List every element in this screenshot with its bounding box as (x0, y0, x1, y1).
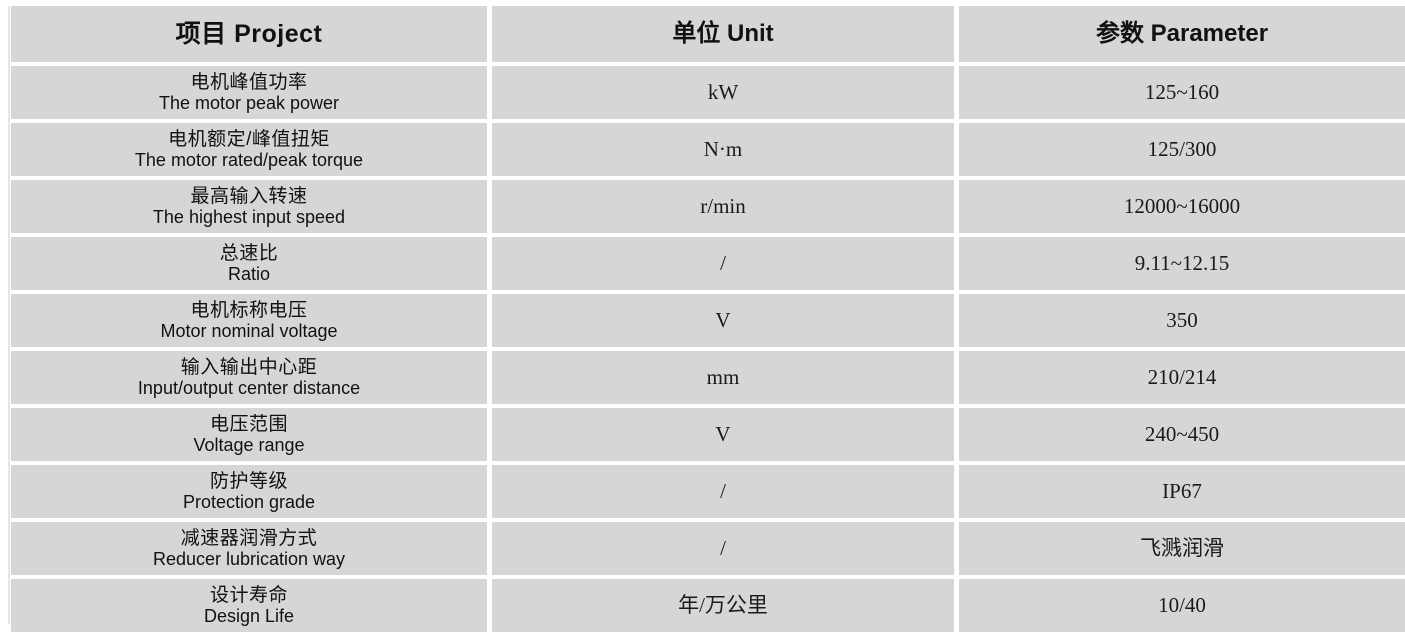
row-cell-project: 总速比 Ratio (11, 237, 487, 290)
row-cell-unit: V (492, 294, 954, 347)
parameter-value: IP67 (1162, 478, 1202, 503)
table-row: 总速比 Ratio / 9.11~12.15 (0, 237, 1405, 290)
project-label-en: The motor peak power (158, 93, 340, 114)
row-cell-project: 电机额定/峰值扭矩 The motor rated/peak torque (11, 123, 487, 176)
header-cell-parameter: 参数 Parameter (959, 6, 1405, 62)
project-label-en: Protection grade (182, 492, 316, 513)
project-label-cn: 总速比 (219, 242, 279, 264)
parameter-value: 12000~16000 (1123, 193, 1241, 218)
row-cell-project: 电压范围 Voltage range (11, 408, 487, 461)
row-cell-parameter: 240~450 (959, 408, 1405, 461)
header-cell-unit: 单位 Unit (492, 6, 954, 62)
project-label-en: Ratio (227, 264, 271, 285)
table-left-rule (8, 6, 10, 624)
header-cell-project: 项目 Project (11, 6, 487, 62)
unit-value: V (715, 421, 731, 446)
table-row: 防护等级 Protection grade / IP67 (0, 465, 1405, 518)
project-label-cn: 输入输出中心距 (180, 356, 318, 378)
project-label-en: Input/output center distance (137, 378, 361, 399)
table-row: 电机额定/峰值扭矩 The motor rated/peak torque N·… (0, 123, 1405, 176)
unit-value: V (715, 307, 731, 332)
project-label-cn: 电机额定/峰值扭矩 (168, 128, 330, 150)
table-header-row: 项目 Project 单位 Unit 参数 Parameter (0, 6, 1405, 62)
row-cell-unit: / (492, 522, 954, 575)
row-cell-unit: kW (492, 66, 954, 119)
parameter-value: 10/40 (1158, 592, 1206, 617)
unit-value: / (720, 535, 726, 560)
table-row: 电压范围 Voltage range V 240~450 (0, 408, 1405, 461)
table-row: 减速器润滑方式 Reducer lubrication way / 飞溅润滑 (0, 522, 1405, 575)
project-label-en: Reducer lubrication way (152, 549, 346, 570)
row-cell-project: 最高输入转速 The highest input speed (11, 180, 487, 233)
header-label-parameter: 参数 Parameter (1095, 19, 1269, 47)
row-cell-project: 设计寿命 Design Life (11, 579, 487, 632)
row-cell-project: 输入输出中心距 Input/output center distance (11, 351, 487, 404)
row-cell-project: 电机峰值功率 The motor peak power (11, 66, 487, 119)
unit-value: mm (706, 364, 740, 389)
project-label-en: Design Life (203, 606, 295, 627)
row-cell-parameter: 12000~16000 (959, 180, 1405, 233)
row-cell-unit: / (492, 465, 954, 518)
row-cell-parameter: 125/300 (959, 123, 1405, 176)
row-cell-project: 电机标称电压 Motor nominal voltage (11, 294, 487, 347)
header-label-unit: 单位 Unit (672, 19, 774, 47)
unit-value: / (720, 250, 726, 275)
table-row: 最高输入转速 The highest input speed r/min 120… (0, 180, 1405, 233)
parameter-value: 9.11~12.15 (1134, 250, 1230, 275)
parameter-value: 飞溅润滑 (1140, 535, 1224, 560)
row-cell-parameter: 210/214 (959, 351, 1405, 404)
row-cell-parameter: 10/40 (959, 579, 1405, 632)
row-cell-parameter: 350 (959, 294, 1405, 347)
project-label-cn: 防护等级 (209, 470, 288, 492)
unit-value: r/min (700, 193, 746, 218)
row-cell-parameter: IP67 (959, 465, 1405, 518)
project-label-en: Voltage range (193, 435, 305, 456)
table-row: 电机标称电压 Motor nominal voltage V 350 (0, 294, 1405, 347)
table-row: 电机峰值功率 The motor peak power kW 125~160 (0, 66, 1405, 119)
parameter-value: 210/214 (1147, 364, 1217, 389)
specification-table: 项目 Project 单位 Unit 参数 Parameter 电机峰值功率 T… (0, 0, 1405, 632)
unit-value: / (720, 478, 726, 503)
table-row: 设计寿命 Design Life 年/万公里 10/40 (0, 579, 1405, 632)
unit-value: N·m (703, 136, 743, 161)
row-cell-parameter: 9.11~12.15 (959, 237, 1405, 290)
table-row: 输入输出中心距 Input/output center distance mm … (0, 351, 1405, 404)
row-cell-project: 减速器润滑方式 Reducer lubrication way (11, 522, 487, 575)
project-label-en: The motor rated/peak torque (134, 150, 364, 171)
project-label-en: The highest input speed (152, 207, 346, 228)
parameter-value: 240~450 (1144, 421, 1220, 446)
unit-value: 年/万公里 (678, 592, 768, 617)
project-label-cn: 电压范围 (209, 413, 288, 435)
header-label-project: 项目 Project (175, 20, 323, 48)
row-cell-unit: V (492, 408, 954, 461)
row-cell-parameter: 飞溅润滑 (959, 522, 1405, 575)
row-cell-unit: 年/万公里 (492, 579, 954, 632)
unit-value: kW (707, 79, 739, 104)
row-cell-parameter: 125~160 (959, 66, 1405, 119)
row-cell-unit: r/min (492, 180, 954, 233)
project-label-cn: 最高输入转速 (190, 185, 308, 207)
row-cell-unit: / (492, 237, 954, 290)
project-label-en: Motor nominal voltage (160, 321, 338, 342)
row-cell-unit: N·m (492, 123, 954, 176)
project-label-cn: 减速器润滑方式 (180, 527, 318, 549)
project-label-cn: 电机峰值功率 (190, 71, 308, 93)
parameter-value: 125/300 (1147, 136, 1217, 161)
parameter-value: 350 (1166, 307, 1198, 332)
project-label-cn: 电机标称电压 (190, 299, 308, 321)
row-cell-unit: mm (492, 351, 954, 404)
project-label-cn: 设计寿命 (209, 584, 288, 606)
row-cell-project: 防护等级 Protection grade (11, 465, 487, 518)
parameter-value: 125~160 (1144, 79, 1220, 104)
